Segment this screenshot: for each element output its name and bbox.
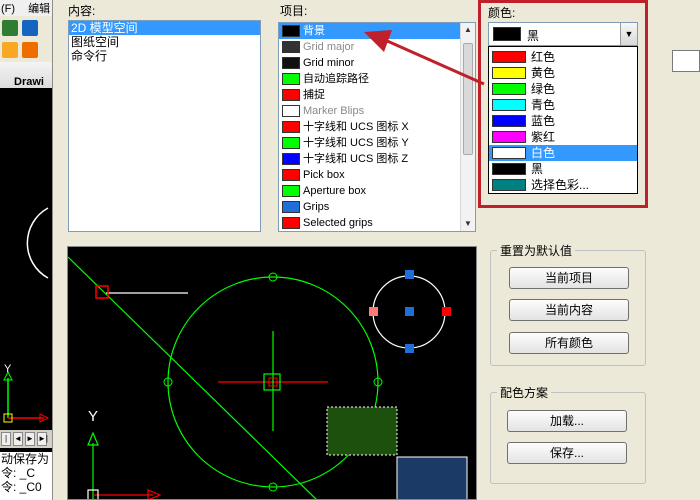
preview-drawing bbox=[68, 256, 468, 499]
color-scheme-group bbox=[490, 392, 646, 484]
save-scheme-button[interactable]: 保存... bbox=[507, 442, 627, 464]
color-scheme-title: 配色方案 bbox=[497, 384, 552, 401]
reset-defaults-title: 重置为默认值 bbox=[497, 242, 576, 259]
preview-y-axis-label: Y bbox=[88, 408, 99, 425]
reset-current-context-button[interactable]: 当前内容 bbox=[509, 299, 629, 321]
reset-current-item-button[interactable]: 当前项目 bbox=[509, 267, 629, 289]
preview-canvas: Y bbox=[67, 246, 477, 500]
load-scheme-button[interactable]: 加载... bbox=[507, 410, 627, 432]
reset-all-colors-button[interactable]: 所有颜色 bbox=[509, 332, 629, 354]
